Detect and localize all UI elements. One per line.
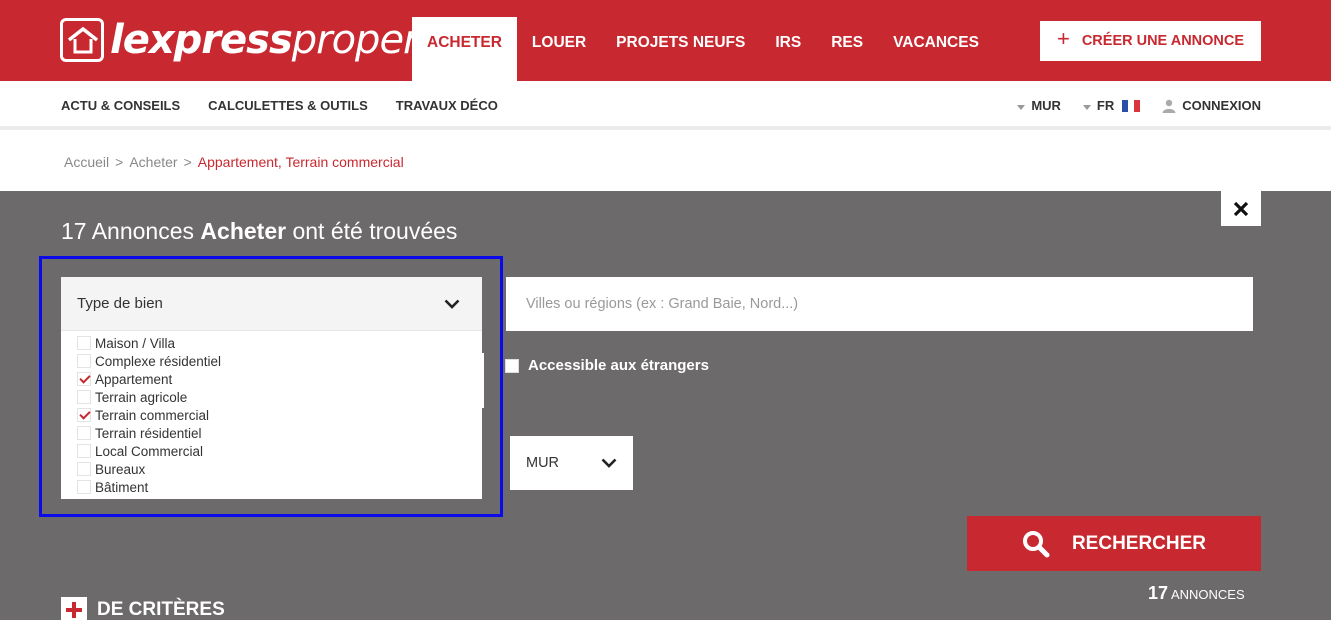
search-button-label: RECHERCHER [1071, 532, 1207, 554]
checkbox[interactable] [77, 354, 91, 368]
chevron-down-icon [444, 299, 460, 309]
checkbox[interactable] [77, 390, 91, 404]
breadcrumb-current: Appartement, Terrain commercial [197, 154, 404, 170]
checkbox[interactable] [77, 480, 91, 494]
location-search-input[interactable] [506, 277, 1253, 331]
property-type-options: Maison / Villa Complexe résidentiel Appa… [61, 331, 482, 499]
french-flag-icon [1122, 99, 1141, 112]
create-listing-label: CRÉER UNE ANNONCE [1081, 33, 1245, 49]
nav-projets-neufs[interactable]: PROJETS NEUFS [601, 17, 760, 81]
results-title: 17 Annonces Acheter ont été trouvées [61, 218, 458, 244]
caret-down-icon [1082, 104, 1091, 110]
breadcrumb-acheter[interactable]: Acheter [129, 154, 177, 170]
divider [482, 353, 484, 408]
more-criteria-toggle[interactable]: DE CRITÈRES [61, 597, 225, 620]
option-maison-villa[interactable]: Maison / Villa [77, 334, 482, 352]
results-count: 17 ANNONCES [1148, 583, 1245, 603]
breadcrumb-separator: > [183, 154, 192, 170]
house-logo-icon [60, 18, 104, 62]
checkbox[interactable] [77, 426, 91, 440]
foreign-access-checkbox[interactable]: Accessible aux étrangers [505, 357, 709, 374]
plus-icon [61, 597, 87, 620]
property-type-label: Type de bien [77, 295, 163, 312]
breadcrumb: Accueil > Acheter > Appartement, Terrain… [64, 154, 404, 170]
checkbox-checked[interactable] [77, 372, 91, 386]
checkbox-checked[interactable] [77, 408, 91, 422]
breadcrumb-separator: > [115, 154, 124, 170]
link-travaux-deco[interactable]: TRAVAUX DÉCO [396, 98, 498, 113]
checkbox[interactable] [505, 358, 519, 373]
close-icon [1233, 201, 1249, 216]
nav-acheter[interactable]: ACHETER [412, 17, 517, 81]
option-appartement[interactable]: Appartement [77, 370, 482, 388]
option-complexe-residentiel[interactable]: Complexe résidentiel [77, 352, 482, 370]
link-actu-conseils[interactable]: ACTU & CONSEILS [61, 98, 180, 113]
checkbox[interactable] [77, 444, 91, 458]
currency-dropdown[interactable]: MUR [1017, 98, 1061, 113]
option-terrain-agricole[interactable]: Terrain agricole [77, 388, 482, 406]
option-batiment[interactable]: Bâtiment [77, 478, 482, 496]
property-type-dropdown: Type de bien Maison / Villa Complexe rés… [61, 277, 482, 499]
option-local-commercial[interactable]: Local Commercial [77, 442, 482, 460]
login-label: CONNEXION [1182, 98, 1261, 113]
chevron-down-icon [601, 458, 617, 468]
caret-down-icon [1017, 104, 1026, 110]
link-calculettes-outils[interactable]: CALCULETTES & OUTILS [208, 98, 368, 113]
option-bureaux[interactable]: Bureaux [77, 460, 482, 478]
option-terrain-residentiel[interactable]: Terrain résidentiel [77, 424, 482, 442]
breadcrumb-accueil[interactable]: Accueil [64, 154, 109, 170]
main-nav: ACHETER LOUER PROJETS NEUFS IRS RES VACA… [412, 17, 994, 81]
property-type-toggle[interactable]: Type de bien [61, 277, 482, 331]
search-icon [1022, 530, 1050, 557]
logo-wordmark: lexpressproperty [110, 17, 457, 63]
close-button[interactable] [1221, 191, 1261, 226]
checkbox[interactable] [77, 462, 91, 476]
secondary-nav: ACTU & CONSEILS CALCULETTES & OUTILS TRA… [0, 81, 1331, 130]
currency-select-value: MUR [526, 455, 560, 471]
login-link[interactable]: CONNEXION [1162, 98, 1261, 113]
currency-label: MUR [1031, 98, 1061, 113]
foreign-access-label: Accessible aux étrangers [528, 357, 709, 374]
nav-louer[interactable]: LOUER [517, 17, 601, 81]
more-criteria-label: DE CRITÈRES [97, 599, 225, 620]
nav-res[interactable]: RES [816, 17, 878, 81]
user-icon [1162, 99, 1176, 113]
nav-irs[interactable]: IRS [760, 17, 816, 81]
top-header: lexpressproperty ACHETER LOUER PROJETS N… [0, 0, 1331, 81]
currency-select[interactable]: MUR [510, 436, 633, 490]
nav-vacances[interactable]: VACANCES [878, 17, 994, 81]
option-terrain-commercial[interactable]: Terrain commercial [77, 406, 482, 424]
language-label: FR [1096, 98, 1115, 113]
checkbox[interactable] [77, 336, 91, 350]
search-button[interactable]: RECHERCHER [967, 516, 1261, 571]
language-dropdown[interactable]: FR [1082, 98, 1141, 113]
plus-icon: + [1056, 26, 1070, 51]
site-logo[interactable]: lexpressproperty [60, 14, 457, 66]
create-listing-button[interactable]: + CRÉER UNE ANNONCE [1040, 21, 1261, 61]
